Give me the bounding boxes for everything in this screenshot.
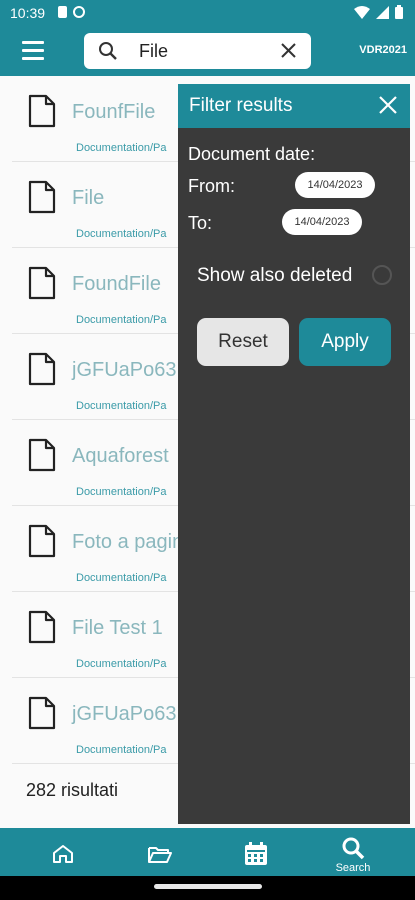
notification-icons	[58, 6, 85, 18]
folder-icon	[148, 847, 172, 863]
calendar-icon	[245, 842, 267, 865]
signal-icon	[376, 5, 389, 19]
gesture-bar	[0, 876, 415, 900]
document-icon	[28, 524, 56, 558]
to-date-field[interactable]: 14/04/2023	[282, 209, 362, 235]
show-deleted-radio[interactable]	[372, 265, 392, 285]
search-field[interactable]: File	[84, 33, 311, 69]
document-icon	[28, 94, 56, 128]
nav-calendar[interactable]	[226, 828, 286, 876]
document-icon	[28, 266, 56, 300]
close-icon[interactable]	[280, 42, 297, 59]
nav-home[interactable]	[33, 828, 93, 876]
nav-folders[interactable]	[130, 828, 190, 876]
file-name: FounfFile	[72, 101, 156, 123]
file-name: Foto a pagin	[72, 531, 184, 553]
wifi-icon	[354, 5, 370, 19]
from-label: From:	[188, 176, 235, 196]
results-count: 282 risultati	[26, 780, 119, 800]
file-path: Documentation/Pa	[76, 744, 167, 756]
file-path: Documentation/Pa	[76, 486, 167, 498]
file-path: Documentation/Pa	[76, 400, 167, 412]
document-icon	[28, 610, 56, 644]
file-path: Documentation/Pa	[76, 314, 167, 326]
apply-button[interactable]: Apply	[299, 318, 391, 366]
status-time: 10:39	[10, 5, 46, 21]
bottom-nav: Search	[0, 828, 415, 876]
file-name: FoundFile	[72, 273, 161, 295]
app-bar: File VDR2021	[0, 26, 415, 76]
file-path: Documentation/Pa	[76, 572, 167, 584]
file-name: Aquaforest	[72, 445, 169, 467]
document-icon	[28, 180, 56, 214]
document-icon	[28, 352, 56, 386]
search-icon	[99, 42, 117, 60]
reset-button[interactable]: Reset	[197, 318, 289, 366]
file-path: Documentation/Pa	[76, 228, 167, 240]
app-title: VDR2021	[359, 44, 407, 56]
nav-search[interactable]: Search	[323, 828, 383, 876]
file-path: Documentation/Pa	[76, 142, 167, 154]
document-date-label: Document date:	[188, 144, 316, 164]
sim-card-icon	[58, 6, 67, 18]
document-icon	[28, 438, 56, 472]
from-date-field[interactable]: 14/04/2023	[295, 172, 375, 198]
sync-icon	[73, 6, 85, 18]
document-icon	[28, 696, 56, 730]
nav-search-label: Search	[335, 862, 371, 874]
filter-title: Filter results	[189, 95, 293, 116]
to-label: To:	[188, 213, 213, 233]
home-gesture-handle[interactable]	[154, 884, 262, 889]
search-input[interactable]: File	[139, 41, 168, 62]
file-path: Documentation/Pa	[76, 658, 167, 670]
file-name: jGFUaPo63	[72, 359, 177, 381]
hamburger-menu-icon[interactable]	[22, 41, 44, 61]
close-icon[interactable]	[378, 95, 398, 115]
file-name: File Test 1	[72, 617, 163, 639]
system-icons	[354, 5, 403, 19]
status-bar: 10:39	[0, 0, 415, 26]
show-deleted-label: Show also deleted	[197, 265, 353, 286]
filter-panel: Filter results Document date: From: 14/0…	[178, 84, 410, 824]
filter-header: Filter results	[178, 84, 410, 128]
file-name: File	[72, 187, 105, 209]
battery-icon	[395, 5, 403, 19]
search-icon	[342, 837, 365, 860]
home-icon	[53, 845, 73, 863]
file-name: jGFUaPo63	[72, 703, 177, 725]
